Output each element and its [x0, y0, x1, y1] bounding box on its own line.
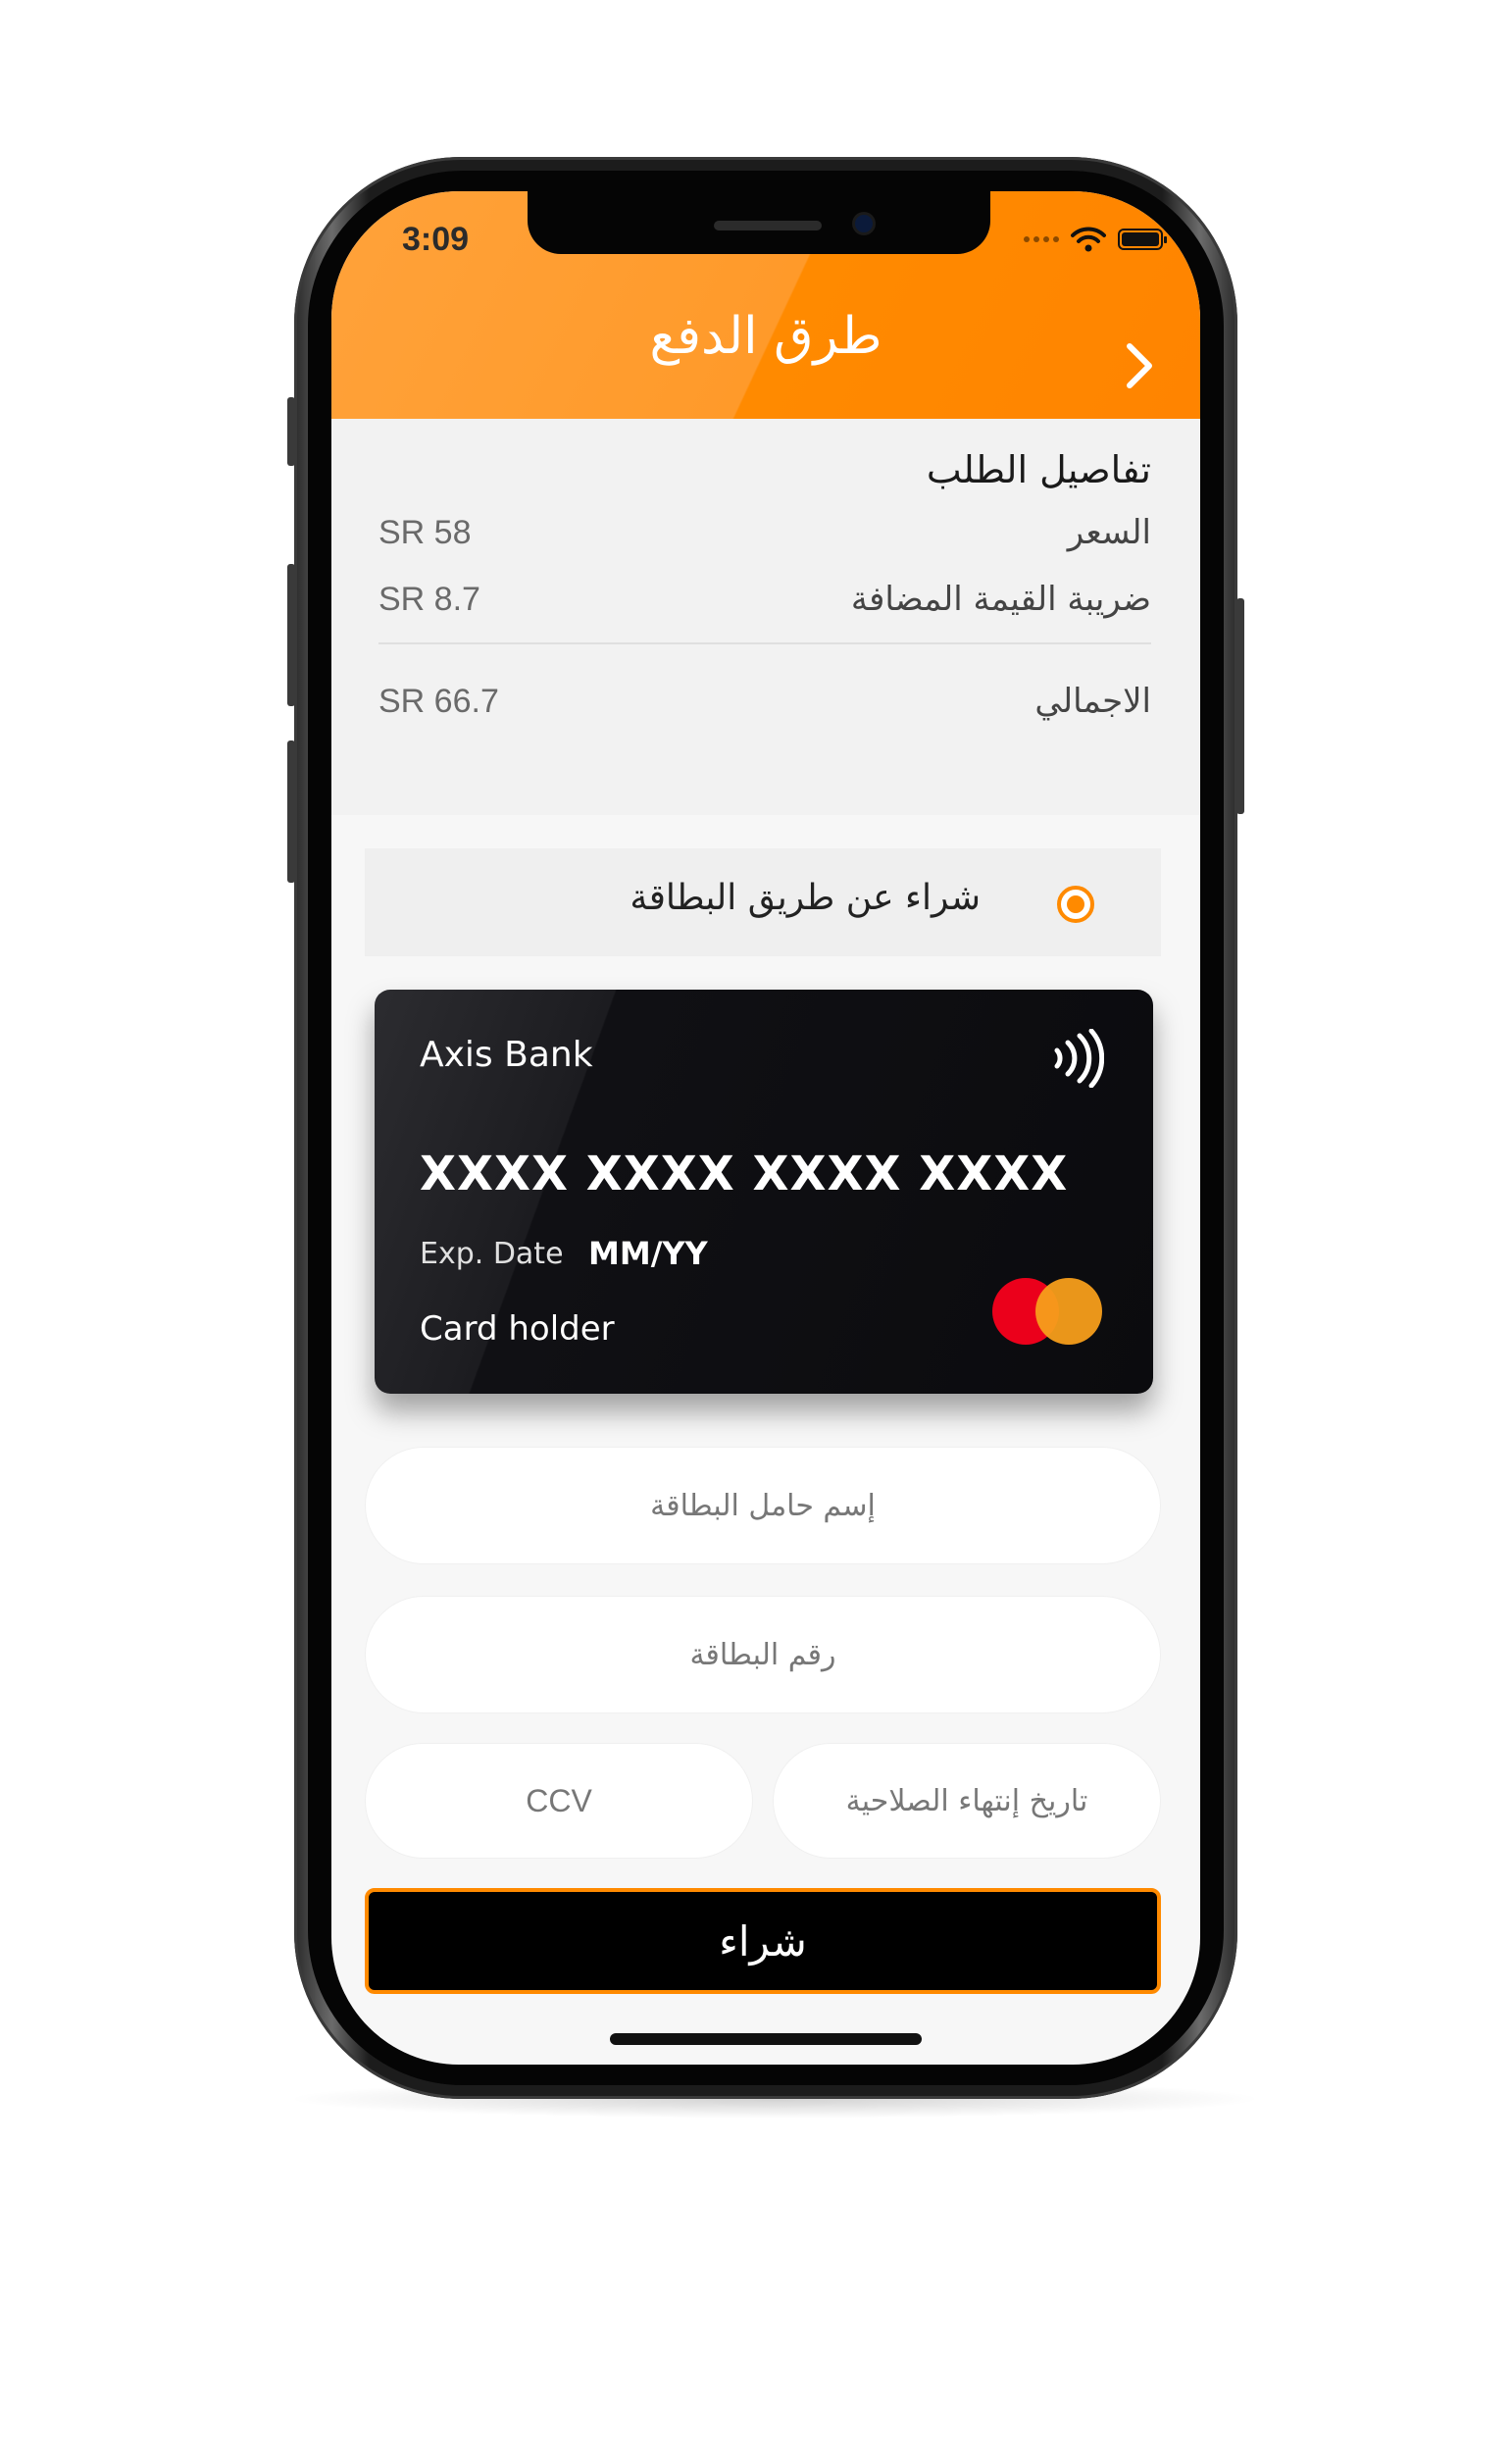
mute-switch — [287, 397, 295, 466]
phone-screen: 3:09 طرق الدفع تفاصيل الطلب SR 58 السعر … — [331, 191, 1200, 2065]
price-row: SR 58 السعر — [378, 513, 1151, 552]
details-divider — [378, 642, 1151, 644]
total-label: الاجمالي — [1034, 682, 1151, 721]
volume-up-button — [287, 564, 295, 706]
battery-icon — [1118, 229, 1167, 250]
expiry-date-placeholder: تاريخ إنتهاء الصلاحية — [845, 1783, 1088, 1818]
order-details-title: تفاصيل الطلب — [926, 448, 1151, 491]
pay-by-card-option[interactable]: شراء عن طريق البطاقة — [365, 848, 1161, 956]
card-holder-name-placeholder: إسم حامل البطاقة — [650, 1488, 876, 1523]
signal-icon — [1024, 236, 1059, 242]
price-amount: SR 58 — [378, 513, 472, 551]
back-button[interactable] — [1118, 336, 1161, 395]
contactless-icon — [1054, 1029, 1104, 1088]
pay-by-card-label: شراء عن طريق البطاقة — [630, 878, 981, 918]
price-label: السعر — [1067, 513, 1151, 552]
vat-label: ضريبة القيمة المضافة — [850, 580, 1151, 619]
vat-amount: SR 8.7 — [378, 580, 480, 618]
total-row: SR 66.7 الاجمالي — [378, 682, 1151, 721]
card-preview: Axis Bank XXXX XXXX XXXX XXXX Exp. Date … — [375, 990, 1153, 1394]
power-button — [1236, 598, 1244, 814]
buy-button[interactable]: شراء — [365, 1888, 1161, 1994]
home-indicator[interactable] — [610, 2033, 922, 2045]
card-bank-name: Axis Bank — [420, 1035, 593, 1075]
card-number-placeholder: رقم البطاقة — [689, 1637, 836, 1672]
card-exp-label: Exp. Date — [420, 1237, 564, 1271]
card-number-input[interactable]: رقم البطاقة — [365, 1596, 1161, 1713]
card-exp-value: MM/YY — [588, 1235, 708, 1272]
chevron-right-icon — [1127, 343, 1152, 388]
volume-down-button — [287, 741, 295, 883]
order-details: تفاصيل الطلب SR 58 السعر SR 8.7 ضريبة ال… — [331, 419, 1200, 815]
ccv-input[interactable]: CCV — [365, 1743, 753, 1859]
status-icons — [1024, 227, 1167, 252]
page-title: طرق الدفع — [649, 307, 882, 366]
status-time: 3:09 — [402, 221, 470, 258]
total-amount: SR 66.7 — [378, 682, 499, 720]
front-camera — [855, 215, 873, 232]
radio-selected-dot — [1067, 895, 1084, 913]
expiry-date-input[interactable]: تاريخ إنتهاء الصلاحية — [773, 1743, 1161, 1859]
mastercard-icon — [992, 1278, 1102, 1347]
mockup-stage: 3:09 طرق الدفع تفاصيل الطلب SR 58 السعر … — [0, 0, 1512, 2452]
wifi-icon — [1071, 227, 1106, 252]
card-number: XXXX XXXX XXXX XXXX — [420, 1147, 1069, 1201]
app-header: 3:09 طرق الدفع — [331, 191, 1200, 419]
card-holder: Card holder — [420, 1309, 615, 1349]
earpiece — [714, 221, 822, 230]
buy-button-label: شراء — [719, 1916, 807, 1966]
vat-row: SR 8.7 ضريبة القيمة المضافة — [378, 580, 1151, 619]
card-holder-name-input[interactable]: إسم حامل البطاقة — [365, 1447, 1161, 1564]
notch — [528, 191, 990, 254]
pay-by-card-radio[interactable] — [1057, 886, 1094, 923]
ccv-placeholder: CCV — [526, 1782, 592, 1818]
